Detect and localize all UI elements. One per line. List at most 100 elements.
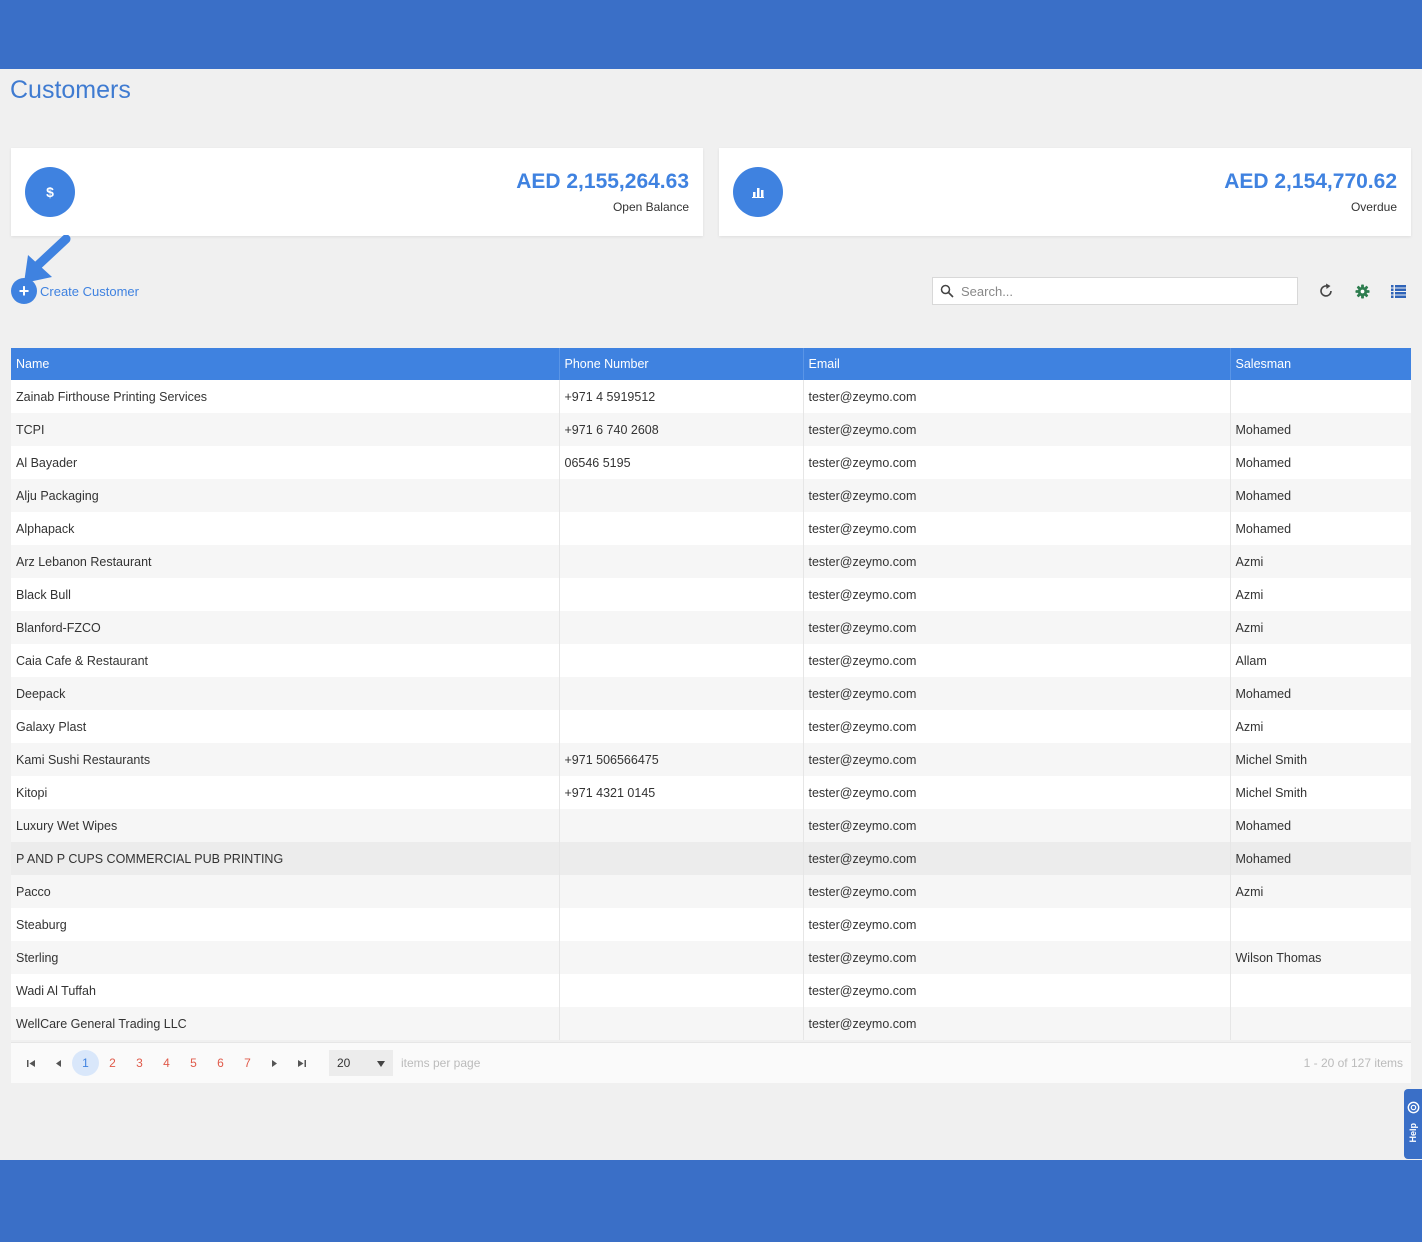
email-cell: tester@zeymo.com [802, 776, 1230, 809]
email-cell: tester@zeymo.com [802, 677, 1230, 710]
dollar-glyph: $ [46, 184, 54, 200]
email-cell: tester@zeymo.com [802, 809, 1230, 842]
salesman-cell: Azmi [1229, 545, 1411, 578]
table-row[interactable]: Caia Cafe & Restaurant tester@zeymo.com Al… [11, 644, 1411, 677]
table-row[interactable]: Al Bayader 06546 5195 tester@zeymo.com Moha… [11, 446, 1411, 479]
email-cell: tester@zeymo.com [802, 578, 1230, 611]
name-cell: TCPI [11, 413, 559, 446]
page-link[interactable]: 3 [126, 1050, 153, 1076]
table-row[interactable]: Deepack tester@zeymo.com Mohamed [11, 677, 1411, 710]
table-row[interactable]: Pacco tester@zeymo.com Azmi [11, 875, 1411, 908]
email-cell: tester@zeymo.com [802, 545, 1230, 578]
pager-info: 1 - 20 of 127 items [1303, 1056, 1403, 1070]
grid-header-row: Name Phone Number Email Salesman [11, 348, 1411, 380]
salesman-cell: Mohamed [1229, 512, 1411, 545]
chevron-down-icon [377, 1056, 385, 1070]
table-row[interactable]: P AND P CUPS COMMERCIAL PUB PRINTING test… [11, 842, 1411, 875]
refresh-icon[interactable] [1316, 281, 1336, 301]
phone-cell [558, 512, 803, 545]
first-page-icon[interactable] [18, 1050, 45, 1076]
salesman-cell: Azmi [1229, 710, 1411, 743]
name-cell: Caia Cafe & Restaurant [11, 644, 559, 677]
salesman-cell: Mohamed [1229, 809, 1411, 842]
list-icon[interactable] [1388, 281, 1408, 301]
table-row[interactable]: Alju Packaging tester@zeymo.com Mohamed [11, 479, 1411, 512]
phone-cell [558, 710, 803, 743]
salesman-cell: Mohamed [1229, 413, 1411, 446]
email-cell: tester@zeymo.com [802, 875, 1230, 908]
column-header-email[interactable]: Email [802, 348, 1230, 380]
page-link[interactable]: 6 [207, 1050, 234, 1076]
overdue-amount: AED 2,154,770.62 [1224, 170, 1397, 193]
bar-chart-icon [733, 167, 783, 217]
table-row[interactable]: Steaburg tester@zeymo.com [11, 908, 1411, 941]
column-header-salesman[interactable]: Salesman [1229, 348, 1411, 380]
email-cell: tester@zeymo.com [802, 512, 1230, 545]
name-cell: P AND P CUPS COMMERCIAL PUB PRINTING [11, 842, 559, 875]
name-cell: Wadi Al Tuffah [11, 974, 559, 1007]
table-row[interactable]: Zainab Firthouse Printing Services +971 4… [11, 380, 1411, 413]
email-cell: tester@zeymo.com [802, 1007, 1230, 1040]
gear-icon[interactable] [1352, 281, 1372, 301]
page-link[interactable]: 7 [234, 1050, 261, 1076]
open-balance-amount: AED 2,155,264.63 [516, 170, 689, 193]
table-row[interactable]: Black Bull tester@zeymo.com Azmi [11, 578, 1411, 611]
create-customer-button[interactable]: + Create Customer [11, 278, 139, 304]
table-row[interactable]: Galaxy Plast tester@zeymo.com Azmi [11, 710, 1411, 743]
previous-page-icon[interactable] [45, 1050, 72, 1076]
name-cell: Luxury Wet Wipes [11, 809, 559, 842]
table-row[interactable]: Sterling tester@zeymo.com Wilson Thomas [11, 941, 1411, 974]
help-label: Help [1408, 1123, 1418, 1143]
pager: 1234567 20 items per page 1 - 20 of 127 … [11, 1042, 1411, 1083]
bottom-bar [0, 1160, 1422, 1242]
top-bar [0, 0, 1422, 69]
per-page-select[interactable]: 20 [329, 1050, 393, 1076]
name-cell: Sterling [11, 941, 559, 974]
name-cell: Deepack [11, 677, 559, 710]
phone-cell [558, 941, 803, 974]
email-cell: tester@zeymo.com [802, 743, 1230, 776]
phone-cell [558, 842, 803, 875]
table-row[interactable]: Arz Lebanon Restaurant tester@zeymo.com Az… [11, 545, 1411, 578]
name-cell: Black Bull [11, 578, 559, 611]
name-cell: Kitopi [11, 776, 559, 809]
name-cell: Zainab Firthouse Printing Services [11, 380, 559, 413]
page-title: Customers [10, 76, 131, 104]
phone-cell [558, 974, 803, 1007]
column-header-name[interactable]: Name [11, 348, 559, 380]
email-cell: tester@zeymo.com [802, 644, 1230, 677]
plus-icon: + [11, 278, 37, 304]
next-page-icon[interactable] [261, 1050, 288, 1076]
phone-cell: +971 4 5919512 [558, 380, 803, 413]
email-cell: tester@zeymo.com [802, 842, 1230, 875]
salesman-cell: Azmi [1229, 875, 1411, 908]
table-row[interactable]: Luxury Wet Wipes tester@zeymo.com Mohamed [11, 809, 1411, 842]
help-tab[interactable]: Help [1404, 1089, 1422, 1159]
phone-cell [558, 809, 803, 842]
last-page-icon[interactable] [288, 1050, 315, 1076]
page-link[interactable]: 4 [153, 1050, 180, 1076]
table-row[interactable]: Kami Sushi Restaurants +971 506566475 test… [11, 743, 1411, 776]
table-row[interactable]: Blanford-FZCO tester@zeymo.com Azmi [11, 611, 1411, 644]
dollar-icon: $ [25, 167, 75, 217]
table-row[interactable]: Wadi Al Tuffah tester@zeymo.com [11, 974, 1411, 1007]
page-link[interactable]: 5 [180, 1050, 207, 1076]
phone-cell: +971 506566475 [558, 743, 803, 776]
table-row[interactable]: Kitopi +971 4321 0145 tester@zeymo.com Mich… [11, 776, 1411, 809]
open-balance-card: $ AED 2,155,264.63 Open Balance [11, 148, 703, 236]
name-cell: Alju Packaging [11, 479, 559, 512]
page-link[interactable]: 1 [72, 1050, 99, 1076]
table-row[interactable]: Alphapack tester@zeymo.com Mohamed [11, 512, 1411, 545]
phone-cell [558, 545, 803, 578]
table-row[interactable]: TCPI +971 6 740 2608 tester@zeymo.com Moham… [11, 413, 1411, 446]
overdue-caption: Overdue [1350, 200, 1397, 214]
column-header-phone[interactable]: Phone Number [558, 348, 803, 380]
search-input[interactable] [961, 283, 1297, 299]
page-link[interactable]: 2 [99, 1050, 126, 1076]
email-cell: tester@zeymo.com [802, 710, 1230, 743]
salesman-cell: Azmi [1229, 611, 1411, 644]
salesman-cell: Michel Smith [1229, 776, 1411, 809]
phone-cell [558, 677, 803, 710]
table-row[interactable]: WellCare General Trading LLC tester@zeymo… [11, 1007, 1411, 1040]
per-page-value: 20 [337, 1056, 351, 1070]
